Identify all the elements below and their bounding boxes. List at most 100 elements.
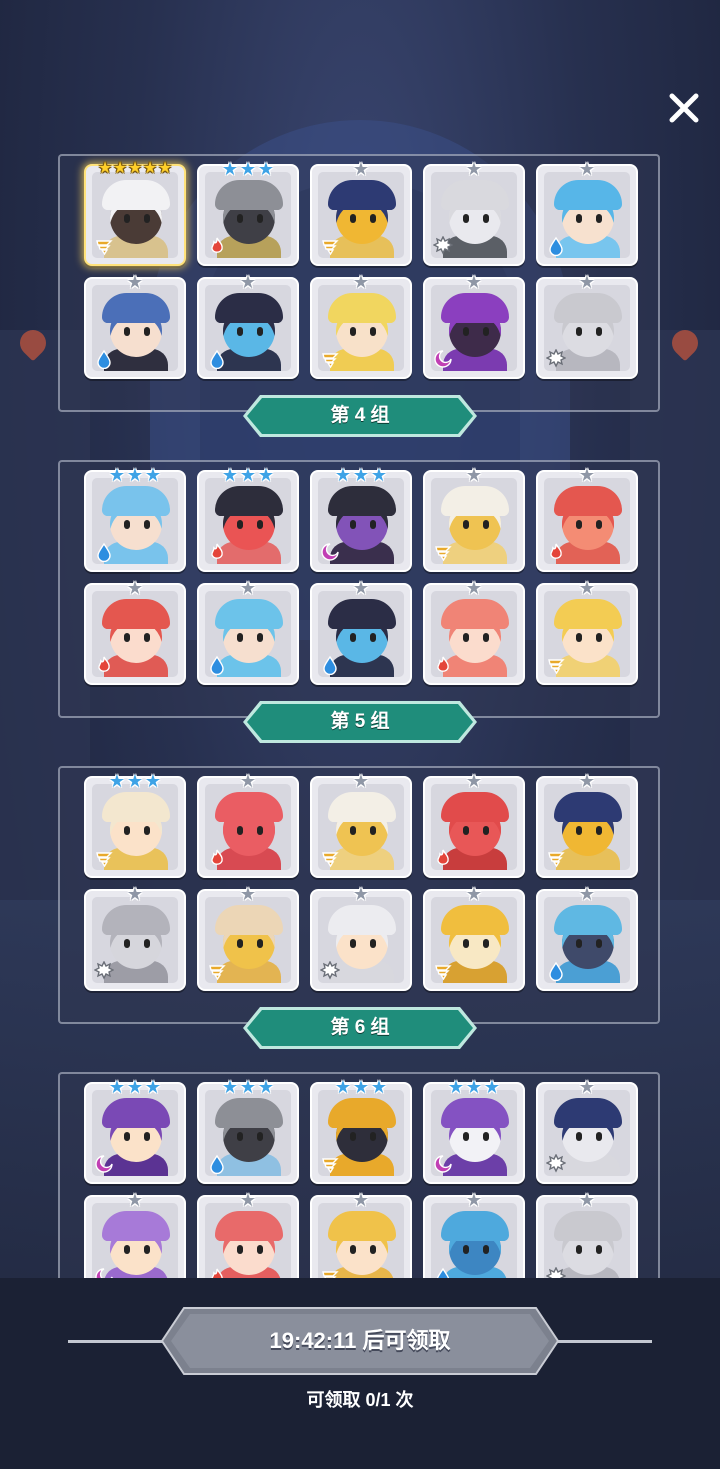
star-rating: ★ — [86, 1191, 184, 1211]
hero-card[interactable]: ★ ★ ★ — [310, 1078, 412, 1184]
star-rating: ★ ★ ★ — [199, 466, 297, 486]
hero-card[interactable]: ★ — [423, 885, 525, 991]
hero-card[interactable]: ★ ★ ★ ★ ★ — [84, 160, 186, 266]
star-icon: ★ — [578, 272, 596, 292]
hero-card[interactable]: ★ — [84, 579, 186, 685]
star-icon: ★ — [126, 771, 144, 791]
hero-group-list[interactable]: ★ ★ ★ ★ ★ ★ ★ ★ ★ ★ ★ ★ ★ ★ ★ ★ ★ ★ ★ ★ ★ ★ ★ ★ ★ ★ ★ ★ ★ ★ ★ ★ ★ ★ ★ ★ ★ ★ ★ ★… — [0, 140, 720, 1278]
hero-card[interactable]: ★ — [423, 579, 525, 685]
star-rating: ★ — [312, 273, 410, 293]
hero-card[interactable]: ★ — [423, 772, 525, 878]
hero-card[interactable]: ★ — [423, 273, 525, 379]
hero-card[interactable]: ★ ★ ★ — [84, 1078, 186, 1184]
divider-left — [68, 1340, 168, 1343]
star-rating: ★ ★ ★ — [199, 160, 297, 180]
star-icon: ★ — [126, 884, 144, 904]
claim-timer-button[interactable]: 19:42:11 后可领取 — [160, 1306, 560, 1376]
hero-card[interactable]: ★ ★ ★ — [423, 1078, 525, 1184]
star-icon: ★ — [239, 1077, 257, 1097]
light-element-icon — [545, 1266, 567, 1278]
star-icon: ★ — [352, 1190, 370, 1210]
hero-group-panel: ★ ★ ★ ★ ★ ★ ★ ★ ★ ★ ★ ★ ★ ★ ★ ★ — [58, 154, 660, 412]
water-element-icon — [546, 961, 566, 982]
hero-card[interactable]: ★ ★ ★ — [197, 466, 299, 572]
star-rating: ★ ★ ★ — [312, 466, 410, 486]
hero-card[interactable]: ★ ★ ★ — [310, 466, 412, 572]
hero-card[interactable]: ★ ★ ★ — [84, 772, 186, 878]
close-button[interactable] — [664, 88, 704, 128]
claim-timer-label: 19:42:11 后可领取 — [269, 1328, 451, 1353]
hero-card[interactable]: ★ — [197, 579, 299, 685]
star-icon: ★ — [221, 159, 239, 179]
hero-group-panel: ★ ★ ★ ★ ★ ★ ★ ★ ★ ★ ★ ★ — [58, 766, 660, 1024]
hero-card[interactable]: ★ — [310, 273, 412, 379]
hero-card[interactable]: ★ ★ ★ — [197, 160, 299, 266]
star-icon: ★ — [465, 771, 483, 791]
star-rating: ★ ★ ★ — [425, 1078, 523, 1098]
star-icon: ★ — [144, 771, 162, 791]
star-icon: ★ — [352, 884, 370, 904]
water-element-icon — [207, 1154, 227, 1175]
star-icon: ★ — [352, 1077, 370, 1097]
hero-card[interactable]: ★ — [536, 772, 638, 878]
hero-card[interactable]: ★ — [536, 1191, 638, 1278]
hero-card[interactable]: ★ — [197, 885, 299, 991]
star-rating: ★ — [538, 466, 636, 486]
star-icon: ★ — [483, 1077, 501, 1097]
hero-card[interactable]: ★ — [197, 1191, 299, 1278]
wind-element-icon — [94, 848, 114, 868]
star-icon: ★ — [157, 160, 173, 177]
hero-card[interactable]: ★ — [536, 160, 638, 266]
hero-card[interactable]: ★ ★ ★ — [197, 1078, 299, 1184]
hero-card[interactable]: ★ — [310, 885, 412, 991]
claim-count-label: 可领取 0/1 次 — [306, 1390, 414, 1410]
hero-card[interactable]: ★ — [423, 1191, 525, 1278]
star-icon: ★ — [221, 465, 239, 485]
hero-card[interactable]: ★ — [310, 160, 412, 266]
star-rating: ★ ★ ★ — [199, 1078, 297, 1098]
wind-element-icon — [320, 349, 340, 369]
hero-card[interactable]: ★ — [197, 772, 299, 878]
wind-element-icon — [320, 848, 340, 868]
wind-element-icon — [433, 542, 453, 562]
fire-element-icon — [207, 542, 227, 562]
star-icon: ★ — [108, 1077, 126, 1097]
dark-element-icon — [94, 1267, 114, 1278]
star-icon: ★ — [126, 272, 144, 292]
hero-card[interactable]: ★ — [536, 579, 638, 685]
star-icon: ★ — [352, 578, 370, 598]
star-rating: ★ — [199, 579, 297, 599]
star-icon: ★ — [127, 160, 143, 177]
wind-element-icon — [320, 1154, 340, 1174]
star-rating: ★ — [312, 579, 410, 599]
star-rating: ★ — [86, 579, 184, 599]
star-icon: ★ — [465, 1077, 483, 1097]
star-rating: ★ ★ ★ — [312, 1078, 410, 1098]
hero-card[interactable]: ★ — [536, 885, 638, 991]
close-icon — [669, 93, 699, 123]
light-element-icon — [319, 960, 341, 981]
hero-card[interactable]: ★ — [310, 772, 412, 878]
hero-card[interactable]: ★ — [423, 466, 525, 572]
dark-element-icon — [94, 1154, 114, 1174]
hero-card[interactable]: ★ — [536, 466, 638, 572]
star-icon: ★ — [97, 160, 113, 177]
star-icon: ★ — [108, 771, 126, 791]
hero-card[interactable]: ★ — [536, 273, 638, 379]
hero-card[interactable]: ★ — [310, 1191, 412, 1278]
hero-card[interactable]: ★ — [536, 1078, 638, 1184]
star-rating: ★ ★ ★ — [86, 772, 184, 792]
wind-element-icon — [207, 961, 227, 981]
hero-card[interactable]: ★ ★ ★ — [84, 466, 186, 572]
hero-card[interactable]: ★ — [84, 1191, 186, 1278]
group-banner-label: 第 5 组 — [330, 711, 390, 732]
hero-card[interactable]: ★ — [84, 273, 186, 379]
star-icon: ★ — [578, 159, 596, 179]
hero-card[interactable]: ★ — [197, 273, 299, 379]
star-rating: ★ — [425, 273, 523, 293]
star-rating: ★ — [425, 579, 523, 599]
star-icon: ★ — [578, 771, 596, 791]
hero-card[interactable]: ★ — [84, 885, 186, 991]
hero-card[interactable]: ★ — [310, 579, 412, 685]
hero-card[interactable]: ★ — [423, 160, 525, 266]
